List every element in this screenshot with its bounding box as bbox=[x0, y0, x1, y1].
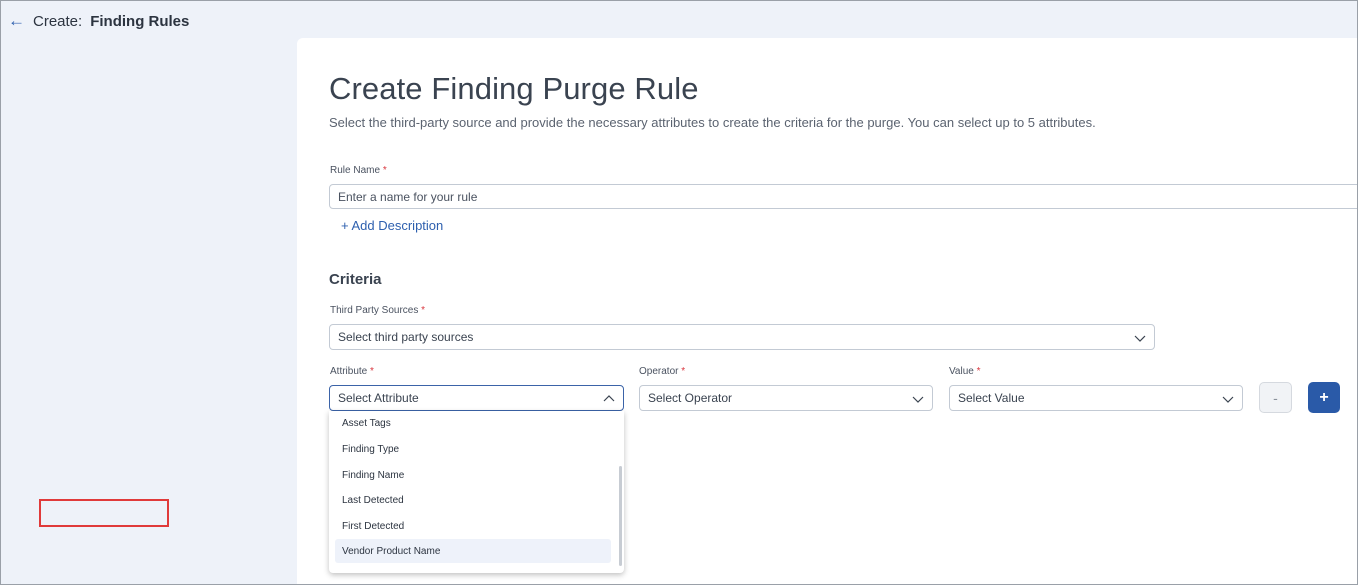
remove-criteria-button[interactable]: - bbox=[1259, 382, 1292, 413]
attribute-label: Attribute * bbox=[330, 366, 374, 377]
value-select[interactable]: Select Value bbox=[949, 385, 1243, 411]
dropdown-option-last-detected[interactable]: Last Detected bbox=[335, 488, 611, 512]
add-criteria-button[interactable]: + bbox=[1308, 382, 1340, 413]
dropdown-scrollbar[interactable] bbox=[619, 466, 622, 566]
highlight-box bbox=[39, 499, 169, 527]
arrow-left-icon[interactable]: ← bbox=[8, 11, 25, 31]
operator-label: Operator * bbox=[639, 366, 686, 377]
attribute-dropdown: Asset Tags Finding Type Finding Name Las… bbox=[329, 411, 624, 573]
attribute-select[interactable]: Select Attribute bbox=[329, 385, 624, 411]
chevron-up-icon bbox=[603, 395, 615, 402]
operator-select[interactable]: Select Operator bbox=[639, 385, 933, 411]
rule-name-label: Rule Name * bbox=[330, 165, 387, 176]
chevron-down-icon bbox=[1134, 335, 1146, 342]
dropdown-option-vendor-product-name[interactable]: Vendor Product Name bbox=[335, 539, 611, 563]
operator-value: Select Operator bbox=[648, 391, 733, 405]
attribute-value: Select Attribute bbox=[338, 391, 419, 405]
third-party-sources-label: Third Party Sources * bbox=[330, 305, 426, 316]
value-label: Value * bbox=[949, 366, 981, 377]
value-value: Select Value bbox=[958, 391, 1025, 405]
third-party-sources-select[interactable]: Select third party sources bbox=[329, 324, 1155, 350]
add-description-link[interactable]: + Add Description bbox=[341, 218, 443, 233]
chevron-down-icon bbox=[912, 396, 924, 403]
dropdown-option-finding-type[interactable]: Finding Type bbox=[335, 437, 611, 461]
third-party-sources-value: Select third party sources bbox=[338, 330, 474, 344]
page-title: Create Finding Purge Rule bbox=[329, 71, 699, 106]
dropdown-option-finding-name[interactable]: Finding Name bbox=[335, 463, 611, 487]
form-card: Create Finding Purge Rule Select the thi… bbox=[297, 38, 1358, 585]
chevron-down-icon bbox=[1222, 396, 1234, 403]
rule-name-input[interactable] bbox=[329, 184, 1358, 209]
dropdown-option-first-detected[interactable]: First Detected bbox=[335, 514, 611, 538]
page-subtitle: Select the third-party source and provid… bbox=[329, 115, 1096, 130]
dropdown-option-asset-tags[interactable]: Asset Tags bbox=[335, 411, 611, 435]
breadcrumb-title: Finding Rules bbox=[90, 12, 190, 30]
breadcrumb-prefix: Create: bbox=[33, 12, 83, 30]
criteria-title: Criteria bbox=[329, 271, 382, 288]
breadcrumb: ← Create: Finding Rules bbox=[8, 11, 189, 31]
